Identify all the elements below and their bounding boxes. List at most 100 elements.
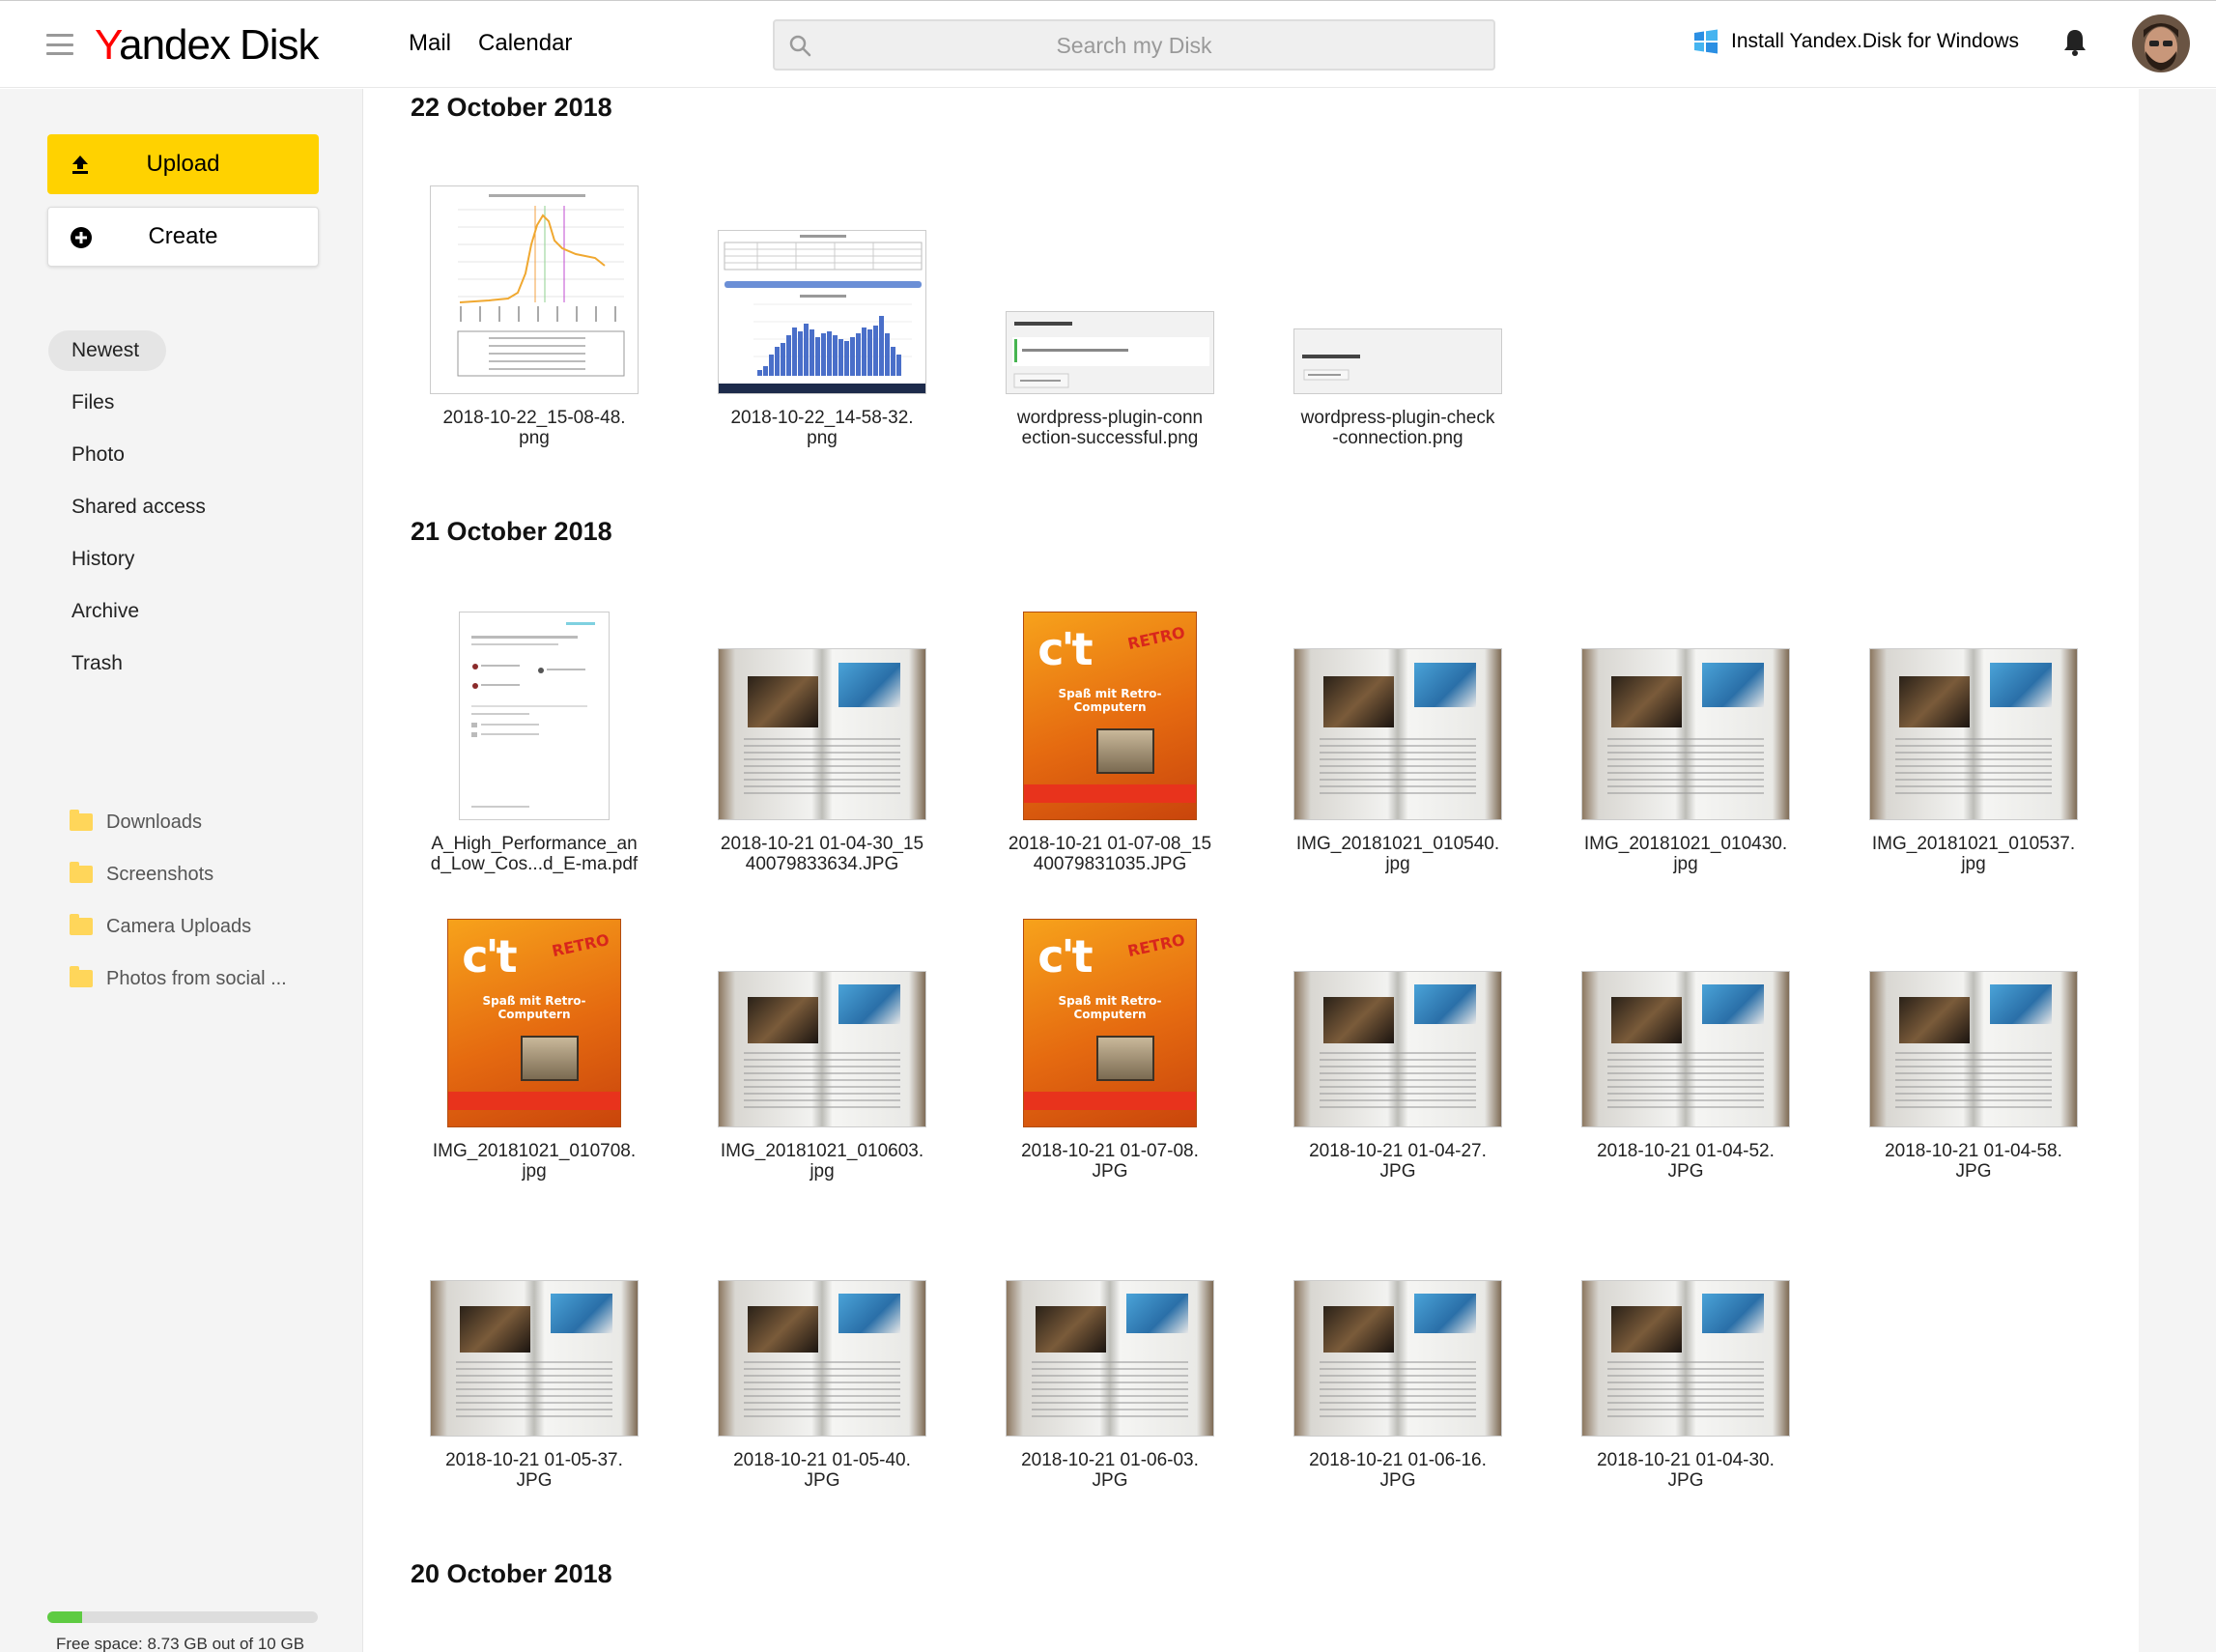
photo-thumbnail <box>718 1280 926 1437</box>
file-name-line: -connection.png <box>1332 428 1463 448</box>
file-name-line: 2018-10-22_15-08-48. <box>442 408 626 428</box>
photo-thumbnail <box>1006 1280 1214 1437</box>
file-tile[interactable]: wordpress-plugin-check -connection.png <box>1292 182 1504 448</box>
file-tile[interactable]: 2018-10-21 01-06-16. JPG <box>1292 1224 1504 1491</box>
folder-icon <box>70 966 93 987</box>
file-thumbnail: c't RETRO Spaß mit Retro-Computern <box>428 915 640 1127</box>
photo-thumbnail <box>1869 648 2078 820</box>
sidebar-nav: Newest Files Photo Shared access History… <box>48 325 206 690</box>
file-name-line: 2018-10-21 01-05-40. <box>733 1450 911 1470</box>
calendar-link[interactable]: Calendar <box>478 30 572 57</box>
create-button[interactable]: Create <box>47 207 319 267</box>
install-label: Install Yandex.Disk for Windows <box>1731 30 2020 52</box>
file-tile[interactable]: 2018-10-21 01-04-27. JPG <box>1292 915 1504 1182</box>
file-name-line: jpg <box>522 1161 547 1182</box>
file-tile[interactable]: c't RETRO Spaß mit Retro-Computern IMG_20… <box>428 915 640 1182</box>
chart-thumbnail <box>718 230 926 394</box>
folder-list: Downloads Screenshots Camera Uploads Pho… <box>70 796 287 1005</box>
file-name-line: 2018-10-21 01-05-37. <box>445 1450 623 1470</box>
sidebar-item-files[interactable]: Files <box>48 377 206 429</box>
file-name: 2018-10-21 01-04-27. JPG <box>1292 1141 1504 1182</box>
mail-link[interactable]: Mail <box>409 30 451 57</box>
file-tile[interactable]: IMG_20181021_010603. jpg <box>716 915 928 1182</box>
sidebar-item-newest[interactable]: Newest <box>48 325 206 377</box>
file-tile[interactable]: IMG_20181021_010537. jpg <box>1867 608 2080 874</box>
file-tile[interactable]: 2018-10-21 01-04-30_15 40079833634.JPG <box>716 608 928 874</box>
menu-icon[interactable] <box>46 34 73 55</box>
sidebar-item-label: Archive <box>71 600 140 622</box>
search-input[interactable]: Search my Disk <box>773 19 1495 71</box>
file-tile[interactable]: wordpress-plugin-conn ection-successful.… <box>1004 182 1216 448</box>
file-thumbnail <box>1004 1224 1216 1437</box>
file-tile[interactable]: 2018-10-21 01-04-30. JPG <box>1579 1224 1792 1491</box>
file-thumbnail <box>1292 915 1504 1127</box>
sidebar-item-trash[interactable]: Trash <box>48 638 206 690</box>
file-tile[interactable]: 2018-10-21 01-06-03. JPG <box>1004 1224 1216 1491</box>
photo-thumbnail <box>1293 971 1502 1127</box>
sidebar-item-label: History <box>71 548 135 570</box>
file-tile[interactable]: 2018-10-22_14-58-32. png <box>716 182 928 448</box>
file-tile[interactable]: 2018-10-21 01-05-37. JPG <box>428 1224 640 1491</box>
file-name: 2018-10-21 01-04-30. JPG <box>1579 1450 1792 1491</box>
date-group-heading: 22 October 2018 <box>411 93 612 122</box>
file-name-line: JPG <box>1092 1470 1128 1491</box>
sidebar-item-photo[interactable]: Photo <box>48 429 206 481</box>
user-avatar[interactable] <box>2132 14 2190 72</box>
file-tile[interactable]: 2018-10-21 01-04-52. JPG <box>1579 915 1792 1182</box>
folder-photos-from-social[interactable]: Photos from social ... <box>70 953 287 1005</box>
file-name: wordpress-plugin-conn ection-successful.… <box>1004 408 1216 448</box>
sidebar-item-label: Newest <box>71 339 140 361</box>
folder-label: Screenshots <box>106 863 214 885</box>
file-name: IMG_20181021_010603. jpg <box>716 1141 928 1182</box>
right-margin <box>2139 89 2216 1652</box>
file-tile[interactable]: A_High_Performance_an d_Low_Cos...d_E-ma… <box>428 608 640 874</box>
file-thumbnail <box>1292 1224 1504 1437</box>
file-name: 2018-10-21 01-05-37. JPG <box>428 1450 640 1491</box>
file-tile[interactable]: 2018-10-22_15-08-48. png <box>428 182 640 448</box>
file-tile[interactable]: IMG_20181021_010430. jpg <box>1579 608 1792 874</box>
file-name-line: JPG <box>1092 1161 1128 1182</box>
install-windows-link[interactable]: Install Yandex.Disk for Windows <box>1692 28 2019 55</box>
file-tile[interactable]: 2018-10-21 01-05-40. JPG <box>716 1224 928 1491</box>
file-name: IMG_20181021_010430. jpg <box>1579 834 1792 874</box>
file-tile[interactable]: c't RETRO Spaß mit Retro-Computern 2018-1… <box>1004 915 1216 1182</box>
file-name: 2018-10-21 01-04-58. JPG <box>1867 1141 2080 1182</box>
screenshot-thumbnail <box>1006 311 1214 394</box>
sidebar-item-shared-access[interactable]: Shared access <box>48 481 206 533</box>
file-name-line: JPG <box>516 1470 553 1491</box>
file-name-line: IMG_20181021_010540. <box>1295 834 1500 854</box>
upload-button[interactable]: Upload <box>47 134 319 194</box>
file-tile[interactable]: 2018-10-21 01-04-58. JPG <box>1867 915 2080 1182</box>
pdf-thumbnail <box>459 612 610 820</box>
search-placeholder: Search my Disk <box>1056 33 1212 58</box>
sidebar-item-history[interactable]: History <box>48 533 206 585</box>
file-name: A_High_Performance_an d_Low_Cos...d_E-ma… <box>428 834 640 874</box>
notification-bell-icon[interactable] <box>2062 28 2088 57</box>
file-tile[interactable]: c't RETRO Spaß mit Retro-Computern 2018-1… <box>1004 608 1216 874</box>
file-name-line: jpg <box>1385 854 1410 874</box>
photo-thumbnail: c't RETRO Spaß mit Retro-Computern <box>1023 919 1197 1127</box>
photo-thumbnail <box>1869 971 2078 1127</box>
file-feed: 22 October 2018 2018-10-22_15-08-48. png <box>364 89 2139 1652</box>
sidebar-item-label: Files <box>71 391 115 413</box>
file-tile[interactable]: IMG_20181021_010540. jpg <box>1292 608 1504 874</box>
folder-camera-uploads[interactable]: Camera Uploads <box>70 900 287 953</box>
file-name-line: png <box>519 428 550 448</box>
file-name: 2018-10-21 01-07-08. JPG <box>1004 1141 1216 1182</box>
file-name-line: 2018-10-21 01-06-16. <box>1309 1450 1487 1470</box>
folder-downloads[interactable]: Downloads <box>70 796 287 848</box>
file-name-line: 2018-10-21 01-07-08_15 <box>1008 834 1212 854</box>
photo-thumbnail: c't RETRO Spaß mit Retro-Computern <box>1023 612 1197 820</box>
file-name: 2018-10-21 01-06-16. JPG <box>1292 1450 1504 1491</box>
file-name: IMG_20181021_010537. jpg <box>1867 834 2080 874</box>
sidebar-item-label: Shared access <box>71 496 206 518</box>
folder-label: Camera Uploads <box>106 915 252 937</box>
top-bar: Yandex Disk Mail Calendar Search my Disk … <box>0 0 2216 88</box>
file-thumbnail <box>1004 182 1216 394</box>
sidebar-item-archive[interactable]: Archive <box>48 585 206 638</box>
yandex-disk-logo[interactable]: Yandex Disk <box>95 20 320 71</box>
upload-label: Upload <box>146 151 220 177</box>
folder-screenshots[interactable]: Screenshots <box>70 848 287 900</box>
file-thumbnail: c't RETRO Spaß mit Retro-Computern <box>1004 915 1216 1127</box>
file-name-line: JPG <box>1379 1161 1416 1182</box>
